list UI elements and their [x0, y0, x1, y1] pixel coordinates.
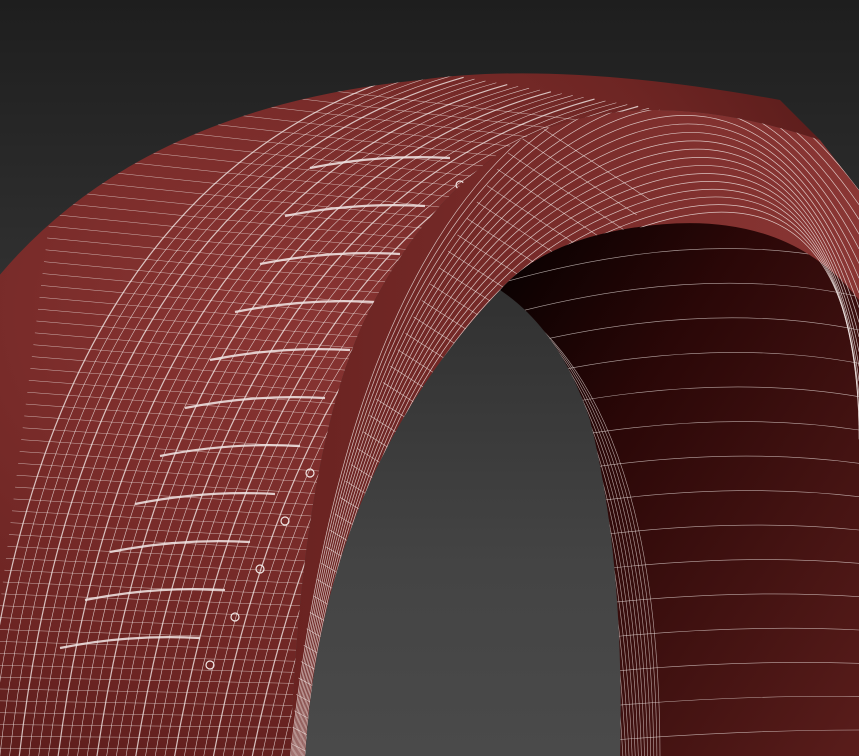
tire-inner-wall	[500, 223, 859, 756]
3d-viewport[interactable]	[0, 0, 859, 756]
tire-render	[0, 73, 859, 756]
